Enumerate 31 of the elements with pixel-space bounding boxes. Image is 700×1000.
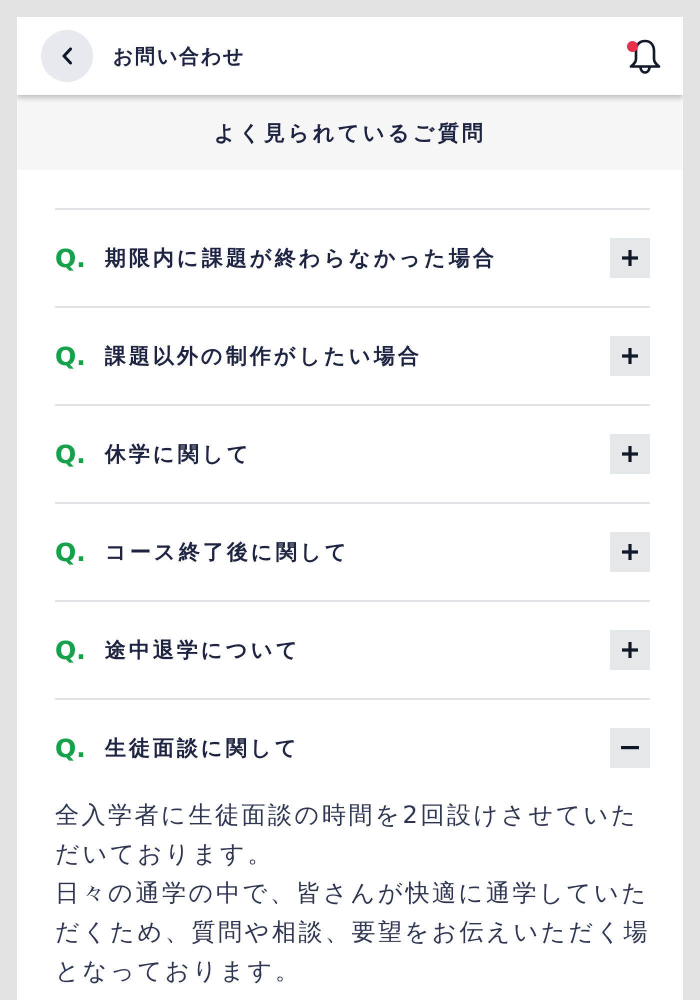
bell-icon[interactable] bbox=[628, 38, 662, 74]
back-button[interactable] bbox=[41, 30, 93, 82]
question-marker: Q. bbox=[55, 440, 87, 468]
plus-icon bbox=[622, 544, 638, 560]
page-title: お問い合わせ bbox=[113, 42, 245, 70]
question-marker: Q. bbox=[55, 636, 87, 664]
plus-icon bbox=[622, 446, 638, 462]
answer-text: 日々の通学の中で、皆さんが快適に通学していただくため、質問や相談、要望をお伝えいただく場となっております。 bbox=[55, 878, 651, 987]
question-text[interactable]: 途中退学について bbox=[105, 636, 301, 664]
expand-button[interactable] bbox=[610, 532, 650, 572]
collapse-button[interactable] bbox=[610, 728, 650, 768]
expand-button[interactable] bbox=[610, 630, 650, 670]
question-marker: Q. bbox=[55, 734, 87, 762]
section-title: よく見られているご質問 bbox=[214, 120, 486, 146]
question-text[interactable]: コース終了後に関して bbox=[105, 538, 350, 566]
question-text[interactable]: 課題以外の制作がしたい場合 bbox=[105, 342, 422, 370]
question-marker: Q. bbox=[55, 244, 87, 272]
expand-button[interactable] bbox=[610, 434, 650, 474]
plus-icon bbox=[622, 642, 638, 658]
plus-icon bbox=[622, 348, 638, 364]
question-text[interactable]: 休学に関して bbox=[105, 440, 252, 468]
minus-icon bbox=[621, 746, 639, 750]
expand-button[interactable] bbox=[610, 238, 650, 278]
answer-text: 全入学者に生徒面談の時間を2回設けさせていただいております。 bbox=[55, 800, 640, 870]
chevron-left-icon bbox=[61, 47, 73, 65]
question-text[interactable]: 生徒面談に関して bbox=[105, 734, 300, 762]
question-marker: Q. bbox=[55, 538, 87, 566]
question-text[interactable]: 期限内に課題が終わらなかった場合 bbox=[105, 244, 497, 272]
plus-icon bbox=[622, 250, 638, 266]
question-marker: Q. bbox=[55, 342, 87, 370]
expand-button[interactable] bbox=[610, 336, 650, 376]
